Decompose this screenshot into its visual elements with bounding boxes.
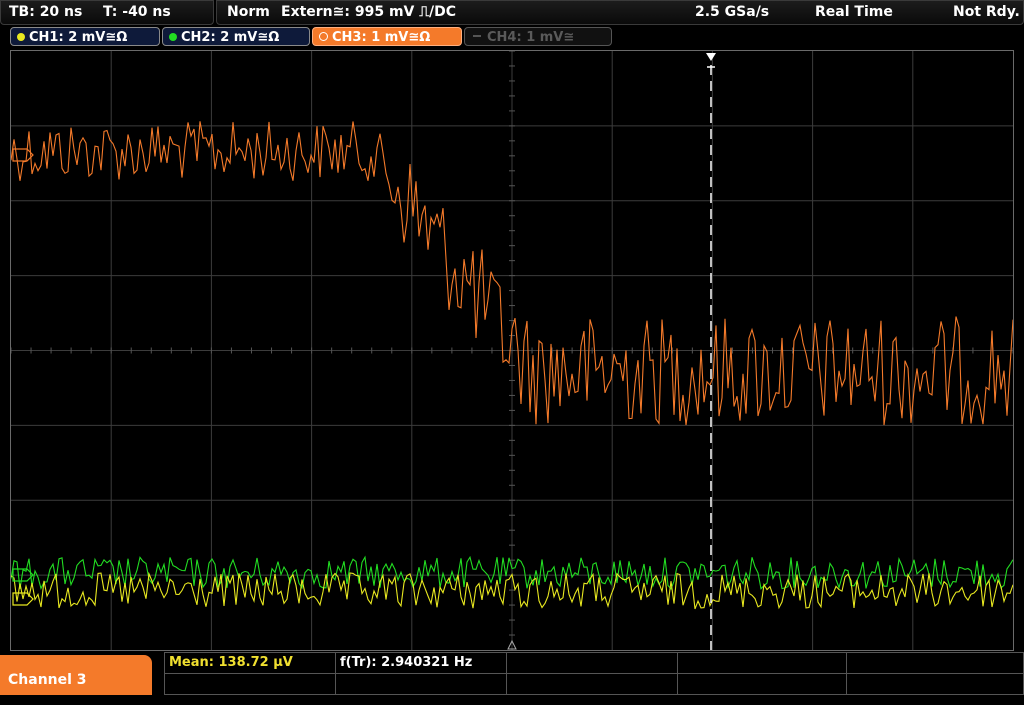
ready-state: Not Rdy. <box>953 4 1020 20</box>
ch3-indicator-icon <box>319 32 328 41</box>
channel-tab-ch4[interactable]: CH4: 1 mV≅ <box>464 27 612 46</box>
timebase-panel[interactable]: TB: 20 ns T: -40 ns <box>0 0 214 25</box>
frequency-measurement[interactable]: f(Tr): 2.940321 Hz <box>335 652 507 674</box>
measurement-slot-9[interactable] <box>677 673 847 695</box>
bottom-panel: Channel 3 Mean: 138.72 µV f(Tr): 2.94032… <box>0 652 1024 695</box>
ch2-indicator-icon <box>169 33 177 41</box>
measurement-slot-3[interactable] <box>506 652 678 674</box>
trigger-position-icon <box>706 53 716 61</box>
timebase-value[interactable]: TB: 20 ns <box>9 1 82 24</box>
channel-tab-ch2[interactable]: CH2: 2 mV≅Ω <box>162 27 310 46</box>
channel-tab-ch1[interactable]: CH1: 2 mV≅Ω <box>10 27 160 46</box>
waveform-svg[interactable] <box>10 50 1014 650</box>
ch3-label: CH3: 1 mV≅Ω <box>332 30 431 45</box>
measurement-slot-5[interactable] <box>846 652 1024 674</box>
acquisition-mode[interactable]: Real Time <box>815 1 893 24</box>
channel-tab-ch3[interactable]: CH3: 1 mV≅Ω <box>312 27 462 46</box>
ch1-label: CH1: 2 mV≅Ω <box>29 30 128 45</box>
measurement-slot-6[interactable] <box>164 673 336 695</box>
measurement-slot-7[interactable] <box>335 673 507 695</box>
waveform-display[interactable] <box>10 50 1014 651</box>
measurement-slot-8[interactable] <box>506 673 678 695</box>
ch1-indicator-icon <box>17 33 25 41</box>
ch4-indicator-icon <box>473 35 481 37</box>
trigger-mode[interactable]: Norm <box>227 1 270 24</box>
ch4-label: CH4: 1 mV≅ <box>487 30 575 45</box>
trigger-time-value[interactable]: T: -40 ns <box>103 1 171 24</box>
sample-rate[interactable]: 2.5 GSa/s <box>695 1 769 24</box>
measurement-slot-10[interactable] <box>846 673 1024 695</box>
ch2-label: CH2: 2 mV≅Ω <box>181 30 280 45</box>
trigger-panel[interactable]: Norm Extern≅: 995 mV ⎍/DC 2.5 GSa/s Real… <box>216 0 1024 25</box>
measurement-slot-4[interactable] <box>677 652 847 674</box>
trigger-source[interactable]: Extern≅: 995 mV ⎍/DC <box>281 1 456 24</box>
status-bar: TB: 20 ns T: -40 ns Norm Extern≅: 995 mV… <box>0 0 1024 25</box>
active-channel-label[interactable]: Channel 3 <box>0 655 152 695</box>
mean-measurement[interactable]: Mean: 138.72 µV <box>164 652 336 674</box>
